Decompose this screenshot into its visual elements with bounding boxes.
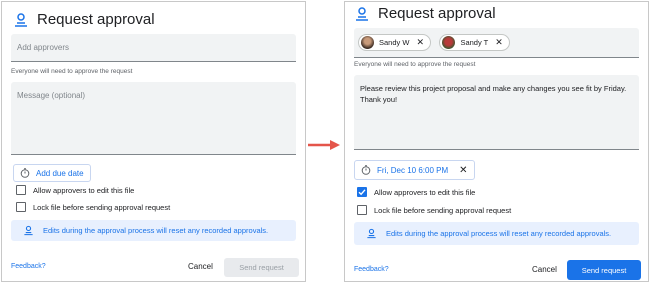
remove-chip-icon[interactable]: ✕ xyxy=(416,37,424,48)
due-date-chip[interactable]: Fri, Dec 10 6:00 PM ✕ xyxy=(354,160,475,180)
approval-reset-info: Edits during the approval process will r… xyxy=(11,220,296,241)
allow-edit-checkbox[interactable] xyxy=(357,187,367,197)
message-placeholder: Message (optional) xyxy=(17,91,86,100)
approval-reset-info-text: Edits during the approval process will r… xyxy=(386,229,612,238)
request-approval-dialog-filled: Request approval Sandy W ✕ Sandy T ✕ Eve… xyxy=(344,1,649,282)
message-input[interactable]: Please review this project proposal and … xyxy=(354,75,639,150)
request-approval-dialog-empty: Request approval Add approvers Everyone … xyxy=(1,1,306,282)
lock-file-checkbox[interactable] xyxy=(357,205,367,215)
lock-file-checkbox[interactable] xyxy=(16,202,26,212)
dialog-title: Request approval xyxy=(354,5,496,22)
message-text: Please review this project proposal and … xyxy=(360,84,627,104)
dialog-title: Request approval xyxy=(13,11,155,28)
approver-chip-label: Sandy T xyxy=(460,38,489,47)
send-request-button[interactable]: Send request xyxy=(567,260,641,280)
person-approval-icon xyxy=(24,225,33,236)
timer-icon xyxy=(361,165,371,175)
cancel-button[interactable]: Cancel xyxy=(532,265,557,274)
approval-reset-info: Edits during the approval process will r… xyxy=(354,222,639,245)
transition-arrow-icon xyxy=(308,140,340,150)
lock-file-label: Lock file before sending approval reques… xyxy=(33,202,171,212)
approvers-input[interactable]: Sandy W ✕ Sandy T ✕ xyxy=(354,28,639,58)
add-approvers-input[interactable]: Add approvers xyxy=(11,34,296,62)
avatar xyxy=(442,36,456,49)
approval-reset-info-text: Edits during the approval process will r… xyxy=(43,226,269,235)
dialog-title-text: Request approval xyxy=(378,5,496,22)
send-request-button-disabled[interactable]: Send request xyxy=(224,258,299,277)
message-input[interactable]: Message (optional) xyxy=(11,82,296,155)
allow-edit-checkbox-row[interactable]: Allow approvers to edit this file xyxy=(357,187,475,197)
dialog-title-text: Request approval xyxy=(37,11,155,28)
add-approvers-placeholder: Add approvers xyxy=(17,43,70,52)
approver-chip[interactable]: Sandy T ✕ xyxy=(439,34,510,51)
approvers-helper-text: Everyone will need to approve the reques… xyxy=(354,61,476,68)
feedback-link[interactable]: Feedback? xyxy=(354,266,389,273)
approver-chip-label: Sandy W xyxy=(379,38,410,47)
lock-file-checkbox-row[interactable]: Lock file before sending approval reques… xyxy=(357,205,511,215)
allow-edit-checkbox[interactable] xyxy=(16,185,26,195)
person-approval-icon xyxy=(15,12,27,27)
remove-chip-icon[interactable]: ✕ xyxy=(495,37,503,48)
approver-chip[interactable]: Sandy W ✕ xyxy=(358,34,431,51)
timer-icon xyxy=(20,168,30,178)
allow-edit-checkbox-row[interactable]: Allow approvers to edit this file xyxy=(16,185,134,195)
add-due-date-button[interactable]: Add due date xyxy=(13,164,91,182)
add-due-date-label: Add due date xyxy=(36,168,84,178)
allow-edit-label: Allow approvers to edit this file xyxy=(33,185,135,195)
cancel-button[interactable]: Cancel xyxy=(188,262,213,271)
person-approval-icon xyxy=(356,6,368,21)
lock-file-checkbox-row[interactable]: Lock file before sending approval reques… xyxy=(16,202,170,212)
avatar xyxy=(361,36,374,49)
feedback-link[interactable]: Feedback? xyxy=(11,263,46,270)
clear-due-date-icon[interactable]: ✕ xyxy=(459,165,467,176)
checkmark-icon xyxy=(358,189,366,196)
allow-edit-label: Allow approvers to edit this file xyxy=(374,187,476,197)
approvers-helper-text: Everyone will need to approve the reques… xyxy=(11,68,133,75)
due-date-value: Fri, Dec 10 6:00 PM xyxy=(377,165,449,175)
lock-file-label: Lock file before sending approval reques… xyxy=(374,205,512,215)
person-approval-icon xyxy=(367,228,376,239)
